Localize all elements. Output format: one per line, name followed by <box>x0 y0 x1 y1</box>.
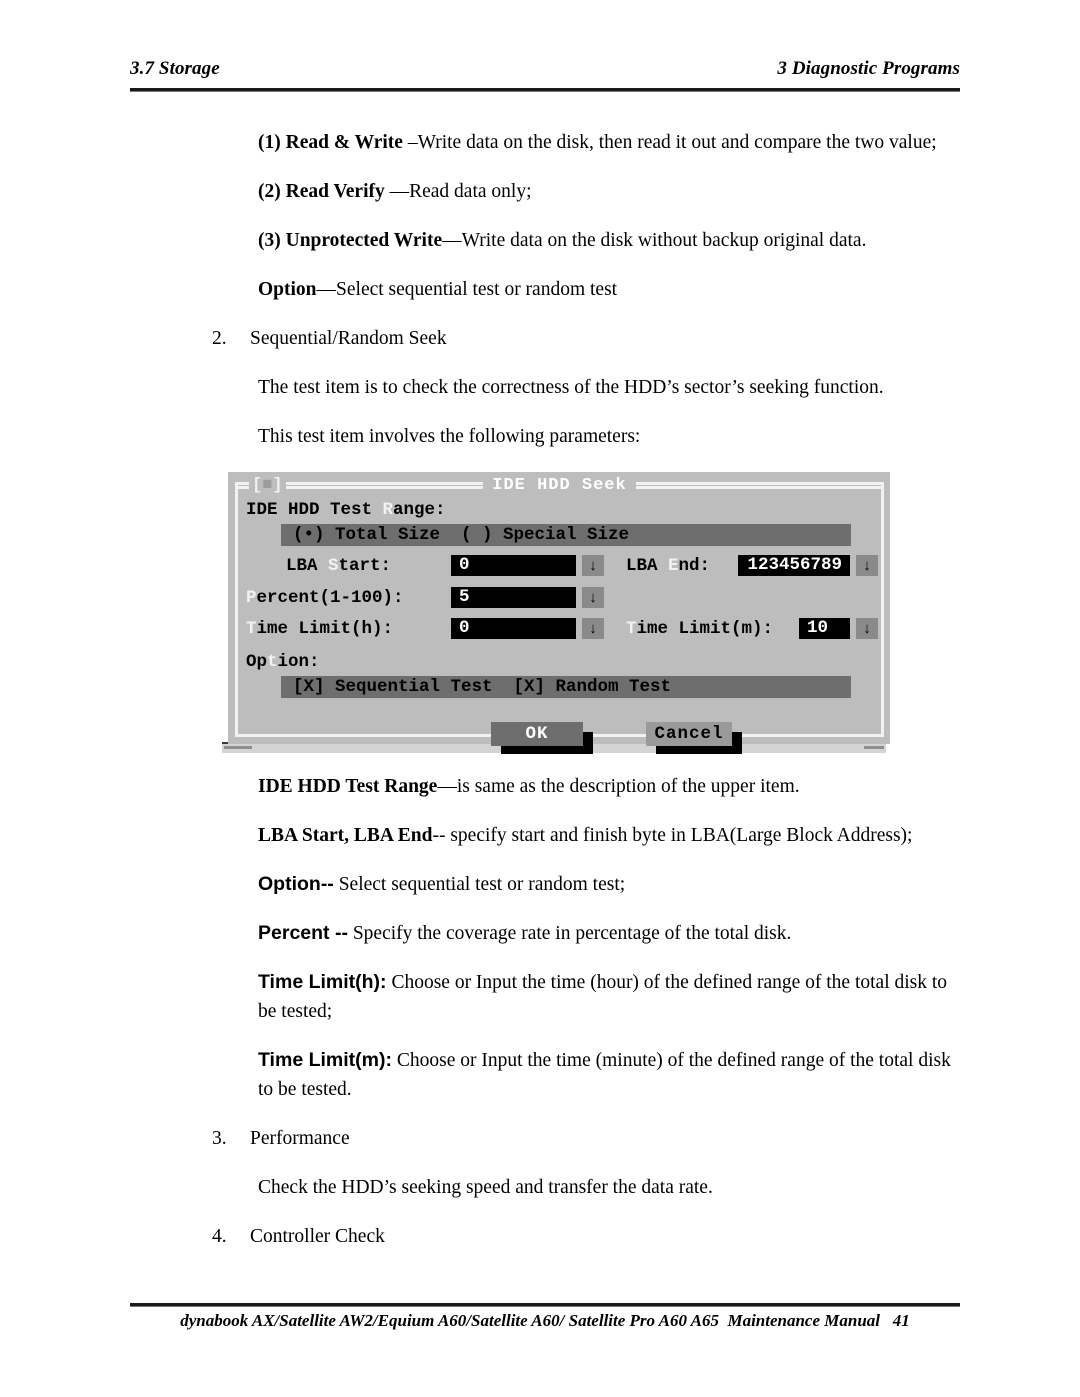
lba-end-dropdown-arrow-icon[interactable]: ↓ <box>856 555 878 576</box>
body-content: (1) Read & Write –Write data on the disk… <box>212 128 957 471</box>
body-content-lower: IDE HDD Test Range—is same as the descri… <box>212 772 957 1271</box>
option-checkbox-group[interactable]: [X] Sequential Test [X] Random Test <box>281 676 851 698</box>
paragraph-test-purpose: The test item is to check the correctnes… <box>258 377 884 398</box>
percent-hotkey: P <box>246 588 257 608</box>
test-range-radio-group[interactable]: (•) Total Size ( ) Special Size <box>281 524 851 546</box>
cancel-button[interactable]: Cancel <box>646 722 732 746</box>
lba-start-dropdown-arrow-icon[interactable]: ↓ <box>582 555 604 576</box>
dialog-title-bar: [■] IDE HDD Seek <box>235 476 884 496</box>
header-chapter-title: 3 Diagnostic Programs <box>777 58 960 79</box>
list-item-2-label: Sequential/Random Seek <box>250 328 447 349</box>
desc-option-2: Select sequential test or random test; <box>333 874 626 895</box>
test-range-hotkey: R <box>382 500 394 520</box>
term-unprotected-write: (3) Unprotected Write <box>258 230 443 251</box>
footer-text: dynabook AX/Satellite AW2/Equium A60/Sat… <box>180 1311 910 1330</box>
cancel-button-wrap: Cancel <box>646 722 742 754</box>
running-header: 3.7 Storage 3 Diagnostic Programs <box>130 58 960 80</box>
term-test-range: IDE HDD Test Range <box>258 776 438 797</box>
lba-end-label: LBA End: <box>626 556 711 576</box>
option-hotkey: t <box>267 652 278 672</box>
dialog-body: IDE HDD Test Range: (•) Total Size ( ) S… <box>246 500 878 754</box>
desc-option: —Select sequential test or random test <box>316 279 618 300</box>
dialog-title: IDE HDD Seek <box>235 476 884 496</box>
lba-start-label: LBA Start: <box>286 556 392 576</box>
paragraph-option-desc: Option-- Select sequential test or rando… <box>258 870 957 899</box>
ok-button-wrap: OK <box>491 722 593 754</box>
option-label: Option: <box>246 652 320 672</box>
test-range-label: IDE HDD Test Range: <box>246 500 446 520</box>
ide-hdd-seek-dialog: [■] IDE HDD Seek IDE HDD Test Range: (•)… <box>228 472 890 754</box>
paragraph-percent-desc: Percent -- Specify the coverage rate in … <box>258 919 957 948</box>
desc-read-write: –Write data on the disk, then read it ou… <box>407 132 937 153</box>
page: 3.7 Storage 3 Diagnostic Programs (1) Re… <box>0 0 1080 1397</box>
paragraph-time-limit-m-desc: Time Limit(m): Choose or Input the time … <box>258 1046 957 1104</box>
list-item-2-number: 2. <box>212 328 227 349</box>
list-item-4-number: 4. <box>212 1226 227 1247</box>
term-time-limit-m: Time Limit(m): <box>258 1049 392 1071</box>
time-limit-m-hotkey: T <box>626 619 637 639</box>
term-read-verify: (2) Read Verify <box>258 181 390 202</box>
paragraph-read-verify: (2) Read Verify —Read data only; <box>258 177 957 206</box>
lba-end-hotkey: E <box>668 556 679 576</box>
time-limit-h-hotkey: T <box>246 619 257 639</box>
term-time-limit-h: Time Limit(h): <box>258 971 387 993</box>
list-item-3-number: 3. <box>212 1128 227 1149</box>
time-limit-m-label: Time Limit(m): <box>626 619 774 639</box>
term-option-2: Option-- <box>258 873 334 895</box>
lba-start-input[interactable]: 0 <box>451 555 576 576</box>
paragraph-unprotected-write: (3) Unprotected Write—Write data on the … <box>258 226 957 255</box>
desc-unprotected-write: —Write data on the disk without backup o… <box>442 230 867 251</box>
lba-start-hotkey: S <box>328 556 339 576</box>
time-limit-m-input[interactable]: 10 <box>799 618 850 639</box>
time-limit-h-input[interactable]: 0 <box>451 618 576 639</box>
list-item-2: 2. Sequential/Random Seek <box>212 324 957 353</box>
percent-input[interactable]: 5 <box>451 587 576 608</box>
desc-test-range: —is same as the description of the upper… <box>437 776 800 797</box>
header-rule <box>130 88 960 92</box>
ide-hdd-seek-dialog-figure: [■] IDE HDD Seek IDE HDD Test Range: (•)… <box>222 470 890 755</box>
term-read-write: (1) Read & Write <box>258 132 408 153</box>
footer-rule <box>130 1303 960 1307</box>
percent-dropdown-arrow-icon[interactable]: ↓ <box>582 587 604 608</box>
paragraph-lba-desc: LBA Start, LBA End-- specify start and f… <box>258 821 957 850</box>
paragraph-performance-desc: Check the HDD’s seeking speed and transf… <box>258 1177 713 1198</box>
list-item-3: 3. Performance <box>212 1124 957 1153</box>
time-limit-m-dropdown-arrow-icon[interactable]: ↓ <box>856 618 878 639</box>
ok-button[interactable]: OK <box>491 722 583 746</box>
paragraph-test-range-desc: IDE HDD Test Range—is same as the descri… <box>258 772 957 801</box>
time-limit-h-label: Time Limit(h): <box>246 619 394 639</box>
term-percent: Percent -- <box>258 922 348 944</box>
header-section-title: 3.7 Storage <box>130 58 220 79</box>
paragraph-read-write: (1) Read & Write –Write data on the disk… <box>258 128 957 157</box>
percent-label: Percent(1-100): <box>246 588 404 608</box>
lba-end-input[interactable]: 123456789 <box>738 555 850 576</box>
desc-percent: Specify the coverage rate in percentage … <box>347 923 792 944</box>
desc-read-verify: —Read data only; <box>389 181 532 202</box>
list-item-4-label: Controller Check <box>250 1226 385 1247</box>
list-item-3-label: Performance <box>250 1128 350 1149</box>
desc-lba: -- specify start and finish byte in LBA(… <box>432 825 913 846</box>
list-item-4: 4. Controller Check <box>212 1222 957 1251</box>
paragraph-time-limit-h-desc: Time Limit(h): Choose or Input the time … <box>258 968 957 1026</box>
term-option: Option <box>258 279 317 300</box>
time-limit-h-dropdown-arrow-icon[interactable]: ↓ <box>582 618 604 639</box>
paragraph-option: Option—Select sequential test or random … <box>258 275 957 304</box>
paragraph-parameters-intro: This test item involves the following pa… <box>258 426 641 447</box>
term-lba: LBA Start, LBA End <box>258 825 433 846</box>
